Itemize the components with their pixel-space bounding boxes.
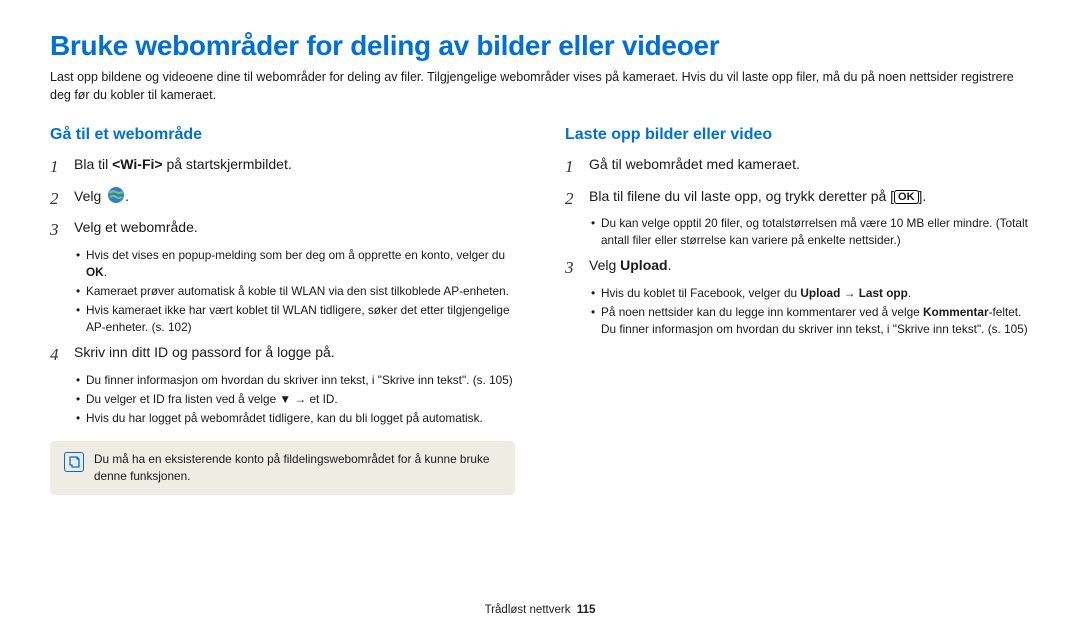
left-step-2: 2 Velg . — [50, 186, 515, 212]
note-icon — [64, 452, 84, 472]
sub-bullet: På noen nettsider kan du legge inn komme… — [591, 304, 1030, 338]
right-step-3: 3 Velg Upload. — [565, 255, 1030, 281]
sub-bullet: Du finner informasjon om hvordan du skri… — [76, 372, 515, 389]
right-heading: Laste opp bilder eller video — [565, 126, 1030, 144]
left-step-4-sublist: Du finner informasjon om hvordan du skri… — [76, 372, 515, 427]
sub-bullet: Hvis kameraet ikke har vært koblet til W… — [76, 302, 515, 336]
sub-bullet: Du velger et ID fra listen ved å velge ▼… — [76, 391, 515, 408]
right-column: Laste opp bilder eller video 1 Gå til we… — [565, 126, 1030, 495]
right-step-2: 2 Bla til filene du vil laste opp, og tr… — [565, 186, 1030, 212]
page-title: Bruke webområder for deling av bilder el… — [50, 30, 1030, 62]
step-text: Skriv inn ditt ID og passord for å logge… — [74, 342, 515, 368]
sub-bullet: Kameraet prøver automatisk å koble til W… — [76, 283, 515, 300]
right-step-3-sublist: Hvis du koblet til Facebook, velger du U… — [591, 285, 1030, 338]
left-step-3-sublist: Hvis det vises en popup-melding som ber … — [76, 247, 515, 336]
step-text: Gå til webområdet med kameraet. — [589, 154, 1030, 180]
step-text: Velg et webområde. — [74, 217, 515, 243]
step-number: 4 — [50, 342, 64, 368]
right-step-2-sublist: Du kan velge opptil 20 filer, og totalst… — [591, 215, 1030, 249]
step-number: 3 — [565, 255, 579, 281]
left-step-4: 4 Skriv inn ditt ID og passord for å log… — [50, 342, 515, 368]
content-columns: Gå til et webområde 1 Bla til <Wi-Fi> på… — [50, 126, 1030, 495]
step-number: 1 — [50, 154, 64, 180]
step-text: Velg Upload. — [589, 255, 1030, 281]
right-step-1: 1 Gå til webområdet med kameraet. — [565, 154, 1030, 180]
left-column: Gå til et webområde 1 Bla til <Wi-Fi> på… — [50, 126, 515, 495]
note-box: Du må ha en eksisterende konto på fildel… — [50, 441, 515, 495]
ok-badge-icon: OK — [894, 190, 919, 204]
step-number: 2 — [50, 186, 64, 212]
globe-icon — [107, 186, 125, 210]
step-number: 3 — [50, 217, 64, 243]
note-text: Du må ha en eksisterende konto på fildel… — [94, 451, 501, 485]
step-text: Bla til filene du vil laste opp, og tryk… — [589, 186, 1030, 212]
footer-label: Trådløst nettverk — [485, 604, 571, 616]
sub-bullet: Hvis du koblet til Facebook, velger du U… — [591, 285, 1030, 302]
page-number: 115 — [577, 604, 596, 616]
step-number: 1 — [565, 154, 579, 180]
page-footer: Trådløst nettverk 115 — [0, 604, 1080, 616]
step-text: Bla til <Wi-Fi> på startskjermbildet. — [74, 154, 515, 180]
step-number: 2 — [565, 186, 579, 212]
intro-text: Last opp bildene og videoene dine til we… — [50, 68, 1030, 104]
sub-bullet: Hvis det vises en popup-melding som ber … — [76, 247, 515, 281]
step-text: Velg . — [74, 186, 515, 212]
sub-bullet: Hvis du har logget på webområdet tidlige… — [76, 410, 515, 427]
sub-bullet: Du kan velge opptil 20 filer, og totalst… — [591, 215, 1030, 249]
left-heading: Gå til et webområde — [50, 126, 515, 144]
left-step-1: 1 Bla til <Wi-Fi> på startskjermbildet. — [50, 154, 515, 180]
left-step-3: 3 Velg et webområde. — [50, 217, 515, 243]
